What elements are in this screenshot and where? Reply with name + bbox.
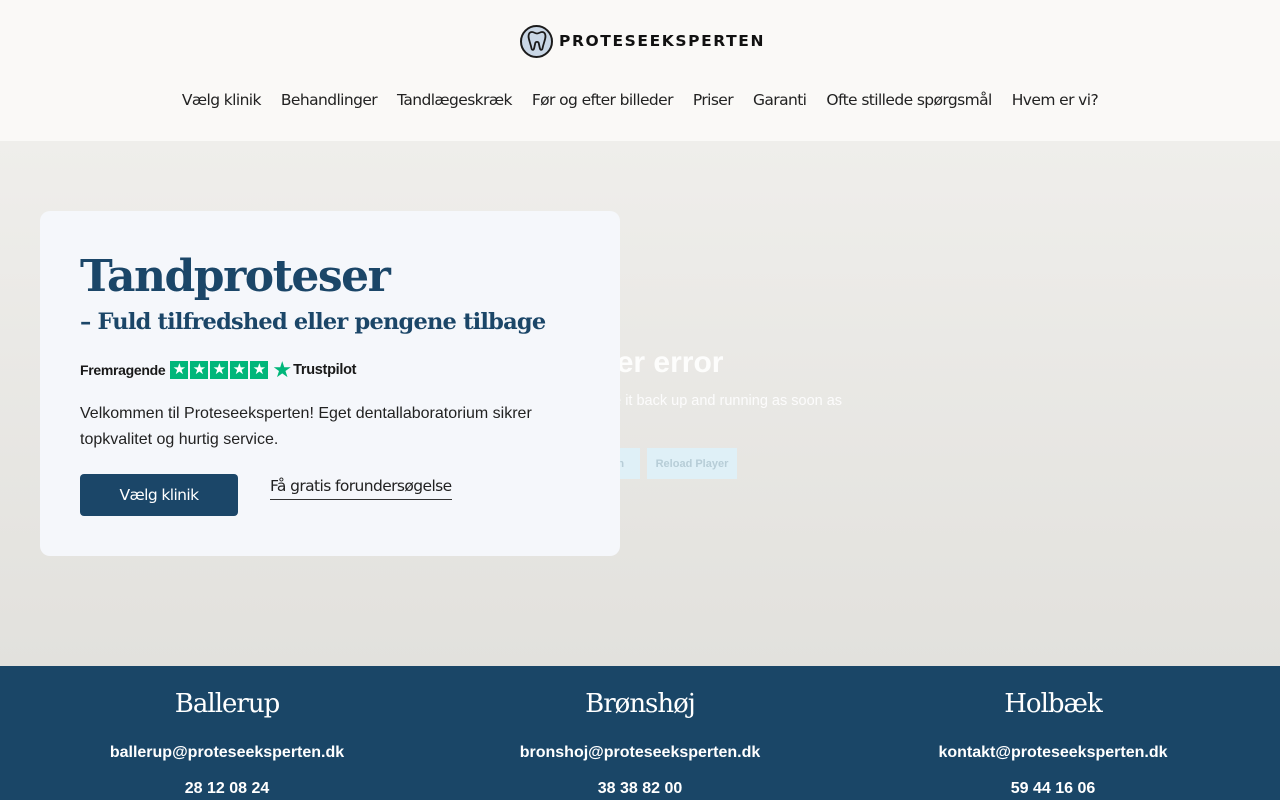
location-holbaek: Holbæk kontakt@proteseeksperten.dk 59 44… bbox=[846, 666, 1260, 799]
location-phone-link[interactable]: 59 44 16 06 bbox=[846, 779, 1260, 799]
trustpilot-rating-text: Fremragende bbox=[80, 362, 166, 378]
location-bronshoj: Brønshøj bronshoj@proteseeksperten.dk 38… bbox=[433, 666, 847, 799]
intro-text: Velkommen til Proteseeksperten! Eget den… bbox=[80, 405, 532, 448]
location-ballerup: Ballerup ballerup@proteseeksperten.dk 28… bbox=[20, 666, 434, 799]
brand-name: PROTESEEKSPERTEN bbox=[559, 32, 766, 50]
trustpilot-stars: ★ ★ ★ ★ ★ bbox=[170, 361, 269, 379]
page-title: Tandproteser bbox=[80, 251, 391, 302]
clinic-locations: Ballerup ballerup@proteseeksperten.dk 28… bbox=[0, 666, 1280, 800]
page-subtitle: – Fuld tilfredshed eller pengene tilbage bbox=[80, 309, 546, 335]
location-name: Ballerup bbox=[174, 689, 280, 719]
nav-item-garanti[interactable]: Garanti bbox=[753, 88, 807, 112]
trustpilot-widget[interactable]: Fremragende ★ ★ ★ ★ ★ ★ Trustpilot bbox=[80, 357, 357, 382]
nav-item-foer-og-efter[interactable]: Før og efter billeder bbox=[532, 88, 674, 112]
nav-item-faq[interactable]: Ofte stillede spørgsmål bbox=[826, 88, 992, 112]
trustpilot-brand: Trustpilot bbox=[293, 362, 357, 378]
nav-item-priser[interactable]: Priser bbox=[693, 88, 734, 112]
hero-section: Player error We'll have it back up and r… bbox=[0, 141, 1280, 666]
player-reload-button[interactable]: Reload Player bbox=[647, 448, 737, 479]
star-icon: ★ bbox=[230, 361, 249, 379]
location-name: Holbæk bbox=[1004, 689, 1102, 719]
location-phone-link[interactable]: 28 12 08 24 bbox=[20, 779, 434, 799]
location-name: Brønshøj bbox=[585, 689, 696, 719]
nav-item-behandlinger[interactable]: Behandlinger bbox=[281, 88, 378, 112]
location-phone-link[interactable]: 38 38 82 00 bbox=[433, 779, 847, 799]
location-email-link[interactable]: bronshoj@proteseeksperten.dk bbox=[433, 743, 847, 763]
nav-item-tandlaegeskraek[interactable]: Tandlægeskræk bbox=[397, 88, 512, 112]
choose-clinic-button[interactable]: Vælg klinik bbox=[80, 474, 238, 516]
location-email-link[interactable]: ballerup@proteseeksperten.dk bbox=[20, 743, 434, 763]
site-logo[interactable]: PROTESEEKSPERTEN bbox=[520, 24, 765, 58]
star-icon: ★ bbox=[170, 361, 189, 379]
star-icon: ★ bbox=[190, 361, 209, 379]
trustpilot-star-icon: ★ bbox=[272, 357, 293, 382]
main-nav: Vælg klinik Behandlinger Tandlægeskræk F… bbox=[0, 88, 1280, 112]
free-examination-link[interactable]: Få gratis forundersøgelse bbox=[270, 475, 452, 500]
star-icon: ★ bbox=[210, 361, 229, 379]
site-header: PROTESEEKSPERTEN Vælg klinik Behandlinge… bbox=[0, 0, 1280, 141]
trustpilot-logo: ★ Trustpilot bbox=[272, 357, 357, 382]
nav-item-vaelg-klinik[interactable]: Vælg klinik bbox=[182, 88, 262, 112]
nav-item-hvem-er-vi[interactable]: Hvem er vi? bbox=[1012, 88, 1099, 112]
star-icon: ★ bbox=[250, 361, 269, 379]
location-email-link[interactable]: kontakt@proteseeksperten.dk bbox=[846, 743, 1260, 763]
tooth-icon bbox=[520, 24, 553, 58]
hero-card: Tandproteser – Fuld tilfredshed eller pe… bbox=[40, 211, 620, 556]
